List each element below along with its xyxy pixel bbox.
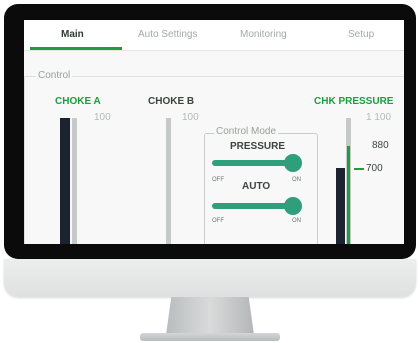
monitor-stand (166, 297, 254, 335)
auto-off-label: OFF (212, 218, 224, 224)
pressure-toggle-knob[interactable] (284, 154, 302, 172)
control-group-border-left (24, 76, 25, 244)
control-group-border (24, 76, 404, 77)
pressure-switch-label: PRESSURE (230, 141, 286, 152)
tab-auto-settings[interactable]: Auto Settings (138, 29, 197, 40)
chk-pressure-setpoint-tick (354, 168, 364, 170)
choke-b-title: CHOKE B (148, 96, 195, 107)
control-mode-legend: Control Mode (214, 126, 279, 137)
control-group-legend: Control (36, 70, 73, 81)
chk-pressure-bar (336, 168, 345, 244)
choke-a-scale (72, 118, 77, 244)
choke-a-title: CHOKE A (55, 96, 101, 107)
active-tab-indicator (30, 47, 122, 50)
tab-setup[interactable]: Setup (348, 29, 374, 40)
auto-toggle-knob[interactable] (284, 197, 302, 215)
choke-b-scale-max: 100 (182, 112, 199, 123)
monitor-stand-base (140, 333, 280, 341)
monitor-chin (4, 259, 416, 297)
choke-a-bar (60, 118, 70, 244)
auto-on-label: ON (292, 218, 301, 224)
hmi-screen: Main Auto Settings Monitoring Setup Cont… (24, 20, 404, 244)
tab-monitoring[interactable]: Monitoring (240, 29, 287, 40)
chk-pressure-scale-max: 1 100 (366, 112, 392, 123)
choke-b-scale (166, 118, 171, 244)
chk-pressure-value: 880 (372, 140, 389, 151)
tab-bar: Main Auto Settings Monitoring Setup (24, 20, 404, 51)
chk-pressure-indicator (347, 146, 350, 244)
chk-pressure-title: CHK PRESSURE (314, 96, 394, 107)
monitor-bezel: Main Auto Settings Monitoring Setup Cont… (4, 4, 416, 259)
tab-main[interactable]: Main (61, 29, 84, 40)
pressure-off-label: OFF (212, 177, 224, 183)
choke-a-scale-max: 100 (94, 112, 111, 123)
auto-switch-label: AUTO (242, 181, 271, 192)
chk-pressure-setpoint: 700 (366, 163, 383, 174)
pressure-on-label: ON (292, 177, 301, 183)
